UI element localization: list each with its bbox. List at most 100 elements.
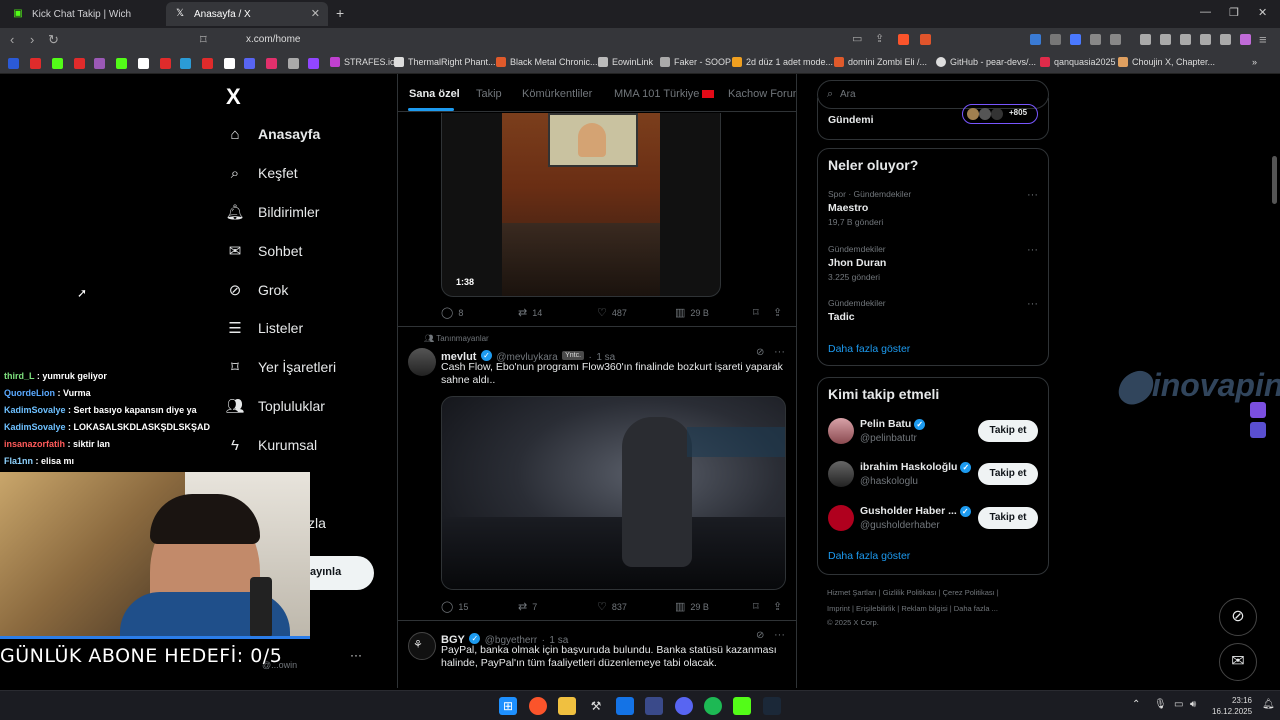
bookmark-page-icon[interactable]: ⌑	[200, 32, 207, 48]
extension-icon[interactable]	[1050, 34, 1061, 45]
like-button[interactable]: ♡ 487	[597, 306, 627, 319]
reply-button[interactable]: ◯ 8	[441, 306, 463, 319]
vpn-icon[interactable]	[1220, 34, 1231, 45]
more-icon[interactable]: ···	[1027, 298, 1038, 310]
microphone-icon[interactable]: 🎙︎	[1154, 699, 1167, 710]
kick-icon[interactable]	[733, 697, 751, 715]
nav-communities[interactable]: 👥︎ Topluluklar	[225, 392, 324, 420]
instagram-icon[interactable]	[266, 58, 277, 69]
maximize-icon[interactable]: ❐	[1229, 6, 1239, 19]
nav-grok[interactable]: ⊘ Grok	[226, 276, 289, 304]
more-icon[interactable]: ···	[774, 346, 785, 358]
more-icon[interactable]: ···	[774, 629, 785, 641]
bookmark-button[interactable]: ⌑	[753, 306, 764, 319]
bookmark-item[interactable]: EowinLink	[598, 57, 653, 67]
steam-icon[interactable]	[763, 697, 781, 715]
extension-icon[interactable]	[1250, 402, 1266, 418]
avatar[interactable]	[828, 461, 854, 487]
nav-notifications[interactable]: 🔔︎ Bildirimler	[225, 198, 319, 226]
cast-icon[interactable]: ▭	[852, 32, 862, 45]
reload-icon[interactable]: ↻	[48, 32, 59, 48]
bookmark-icon[interactable]	[160, 58, 171, 69]
menu-icon[interactable]: ≡	[1259, 32, 1267, 47]
back-icon[interactable]: ‹	[10, 32, 14, 47]
extension-icon[interactable]	[1110, 34, 1121, 45]
url-field[interactable]: x.com/home	[222, 32, 842, 48]
translate-icon[interactable]	[1250, 422, 1266, 438]
like-button[interactable]: ♡ 837	[597, 600, 627, 613]
repost-button[interactable]: ⇄ 7	[518, 600, 537, 613]
follow-button[interactable]: Takip et	[978, 420, 1038, 442]
notification-icon[interactable]: 🔔︎	[1262, 699, 1275, 710]
youtube-icon[interactable]	[202, 58, 213, 69]
app-icon[interactable]	[645, 697, 663, 715]
clock[interactable]: 23:16 16.12.2025	[1212, 695, 1252, 717]
avatar[interactable]	[408, 348, 436, 376]
avatar[interactable]: ⚘	[408, 632, 436, 660]
nav-lists[interactable]: ☰ Listeler	[226, 314, 303, 342]
bookmark-item[interactable]: Choujin X, Chapter...	[1118, 57, 1215, 67]
follow-button[interactable]: Takip et	[978, 463, 1038, 485]
share-button[interactable]: ⇪	[773, 600, 787, 613]
brave-icon[interactable]	[529, 697, 547, 715]
extension-icon[interactable]	[1030, 34, 1041, 45]
trend-item[interactable]: Tadic	[828, 311, 855, 323]
nav-home[interactable]: ⌂ Anasayfa	[226, 120, 320, 148]
bookmark-item[interactable]: GitHub - pear-devs/...	[936, 57, 1036, 67]
bookmark-icon[interactable]	[244, 58, 255, 69]
nav-chat[interactable]: ✉ Sohbet	[226, 237, 303, 265]
share-button[interactable]: ⇪	[773, 306, 787, 319]
grok-icon[interactable]: ⊘	[756, 347, 764, 358]
tab-list[interactable]: Kömürkentliler	[522, 88, 592, 100]
browser-tab-active[interactable]: 𝕏 Anasayfa / X ✕	[166, 2, 328, 26]
post-video[interactable]: 1:38	[441, 113, 721, 297]
app-icon[interactable]	[616, 697, 634, 715]
messages-float-button[interactable]: ✉	[1219, 643, 1257, 681]
tab-for-you[interactable]: Sana özel	[409, 88, 460, 100]
nav-business[interactable]: ϟ Kurumsal	[226, 431, 317, 459]
leo-icon[interactable]	[1200, 34, 1211, 45]
close-tab-icon[interactable]: ✕	[311, 7, 320, 20]
bookmark-item[interactable]: domini Zombi Eli /...	[834, 57, 927, 67]
discord-icon[interactable]	[675, 697, 693, 715]
bookmark-icon[interactable]	[116, 58, 127, 69]
follow-name[interactable]: ibrahim Haskoloğlu ✓	[860, 461, 972, 473]
volume-icon[interactable]: 🔊︎	[1190, 699, 1196, 710]
tab-list[interactable]: Kachow Forum	[728, 88, 796, 100]
x-icon[interactable]	[224, 58, 235, 69]
bookmarks-overflow-icon[interactable]: »	[1252, 57, 1257, 67]
live-card[interactable]: Gündemi +805	[817, 98, 1049, 140]
tiktok-icon[interactable]	[138, 58, 149, 69]
bookmark-icon[interactable]	[180, 58, 191, 69]
bookmark-item[interactable]: Faker - SOOP	[660, 57, 731, 67]
extension-icon[interactable]	[1090, 34, 1101, 45]
more-icon[interactable]: ···	[1027, 189, 1038, 201]
follow-button[interactable]: Takip et	[978, 507, 1038, 529]
repost-button[interactable]: ⇄ 14	[518, 306, 542, 319]
tab-list[interactable]: MMA 101 Türkiye	[614, 88, 715, 100]
views-button[interactable]: ▥ 29 B	[675, 600, 709, 613]
nav-explore[interactable]: ⌕ Keşfet	[226, 159, 298, 187]
youtube-icon[interactable]	[74, 58, 85, 69]
tool-icon[interactable]: ⚒	[587, 697, 605, 715]
share-icon[interactable]: ⇪	[875, 32, 884, 45]
more-icon[interactable]: ···	[1027, 244, 1038, 256]
wallet-icon[interactable]	[1180, 34, 1191, 45]
trend-item[interactable]: Jhon Duran	[828, 257, 886, 269]
show-more-link[interactable]: Daha fazla göster	[828, 550, 910, 562]
follow-name[interactable]: Pelin Batu ✓	[860, 418, 926, 430]
forward-icon[interactable]: ›	[30, 32, 34, 47]
trend-item[interactable]: Maestro	[828, 202, 868, 214]
twitch-icon[interactable]	[308, 58, 319, 69]
youtube-icon[interactable]	[30, 58, 41, 69]
extension-icon[interactable]	[1070, 34, 1081, 45]
tray-overflow-icon[interactable]: ⌃	[1132, 699, 1140, 710]
bookmark-item[interactable]: ThermalRight Phant...	[394, 57, 496, 67]
brave-rewards-icon[interactable]	[920, 34, 931, 45]
sidebar-icon[interactable]	[1160, 34, 1171, 45]
close-window-icon[interactable]: ✕	[1258, 6, 1267, 19]
grok-icon[interactable]: ⊘	[756, 630, 764, 641]
bookmark-item[interactable]: Black Metal Chronic...	[496, 57, 598, 67]
bookmark-item[interactable]: STRAFES.io	[330, 57, 395, 67]
bookmark-item[interactable]: 2d düz 1 adet mode...	[732, 57, 833, 67]
